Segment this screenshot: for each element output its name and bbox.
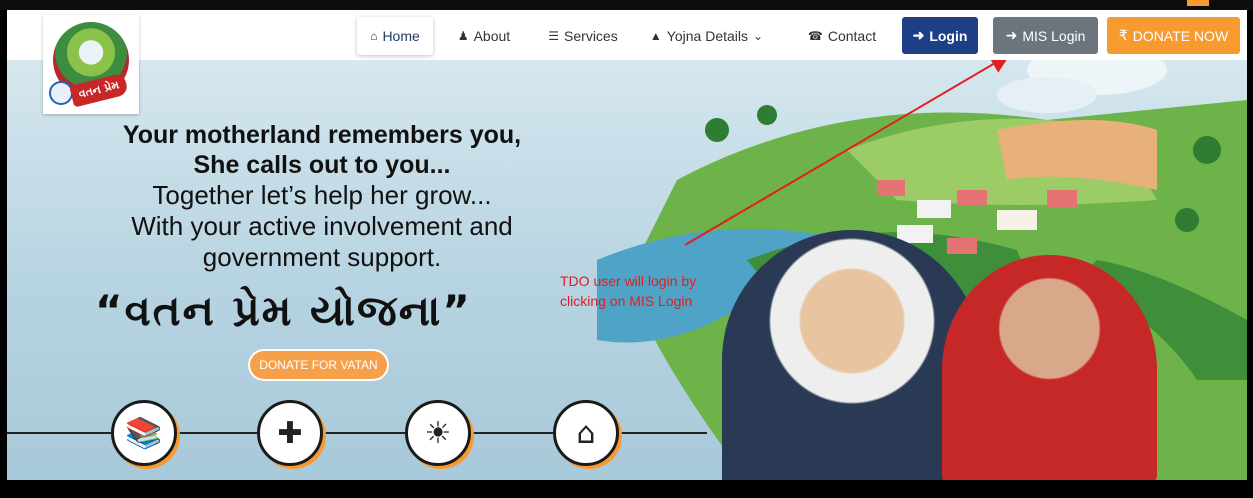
nav-contact-label: Contact <box>827 28 877 44</box>
tagline-line-5: government support. <box>202 242 442 272</box>
site-logo[interactable]: વતન પ્રેમ <box>43 15 139 114</box>
sign-in-icon: ➜ <box>912 27 925 43</box>
nav-services[interactable]: ☰ Services <box>537 17 629 55</box>
tagline-line-2: She calls out to you... <box>193 151 451 179</box>
tagline-line-3: Together let’s help her grow... <box>152 180 492 210</box>
nav-home-label: Home <box>382 28 420 44</box>
solar-panel-icon: ☀ <box>405 400 471 466</box>
nav-about-label: About <box>473 28 511 44</box>
login-button[interactable]: ➜ Login <box>902 17 978 54</box>
tagline-line-1: Your motherland remembers you, <box>122 121 522 149</box>
hero-tagline: Your motherland remembers you, She calls… <box>77 120 567 273</box>
bottom-strip <box>0 480 1253 498</box>
phone-icon: ☎ <box>807 29 823 43</box>
nav-yojna-label: Yojna Details <box>666 28 749 44</box>
login-label: Login <box>929 27 968 44</box>
rupee-icon: ₹ <box>1118 27 1128 43</box>
bank-icon: ▲ <box>649 29 662 43</box>
mis-login-button[interactable]: ➜ MIS Login <box>993 17 1098 54</box>
nav-home[interactable]: ⌂ Home <box>357 17 433 55</box>
chakra-icon <box>49 81 73 105</box>
mis-login-label: MIS Login <box>1022 27 1086 44</box>
gate-icon: ⌂ <box>553 400 619 466</box>
tagline-line-4: With your active involvement and <box>131 211 513 241</box>
annotation-line-2: clicking on MIS Login <box>560 293 693 309</box>
donate-now-label: DONATE NOW <box>1132 27 1229 44</box>
chevron-down-icon: ⌄ <box>753 29 764 43</box>
donate-for-vatan-button[interactable]: DONATE FOR VATAN <box>248 349 389 381</box>
list-icon: ☰ <box>548 29 560 43</box>
nav-contact[interactable]: ☎ Contact <box>797 17 887 55</box>
books-icon: 📚 <box>111 400 177 466</box>
hero-banner: Your motherland remembers you, She calls… <box>7 60 1247 480</box>
medical-cross-icon: ✚ <box>257 400 323 466</box>
top-bar-accent <box>1187 0 1209 6</box>
nav-yojna-details[interactable]: ▲ Yojna Details ⌄ <box>639 17 774 55</box>
nav-services-label: Services <box>564 28 618 44</box>
users-icon: ♟ <box>457 29 469 43</box>
navbar: વતન પ્રેમ ⌂ Home ♟ About ☰ Services ▲ Yo… <box>7 10 1247 114</box>
annotation-line-1: TDO user will login by <box>560 273 697 289</box>
person-right-photo <box>942 255 1157 480</box>
donate-now-button[interactable]: ₹ DONATE NOW <box>1107 17 1240 54</box>
annotation-note: TDO user will login by clicking on MIS L… <box>560 271 696 311</box>
home-icon: ⌂ <box>370 29 378 43</box>
nav-about[interactable]: ♟ About <box>444 17 524 55</box>
yojna-title: “વતન પ્રેમ યોજના” <box>95 286 472 335</box>
top-bar <box>0 0 1253 10</box>
sign-in-icon: ➜ <box>1005 27 1018 43</box>
